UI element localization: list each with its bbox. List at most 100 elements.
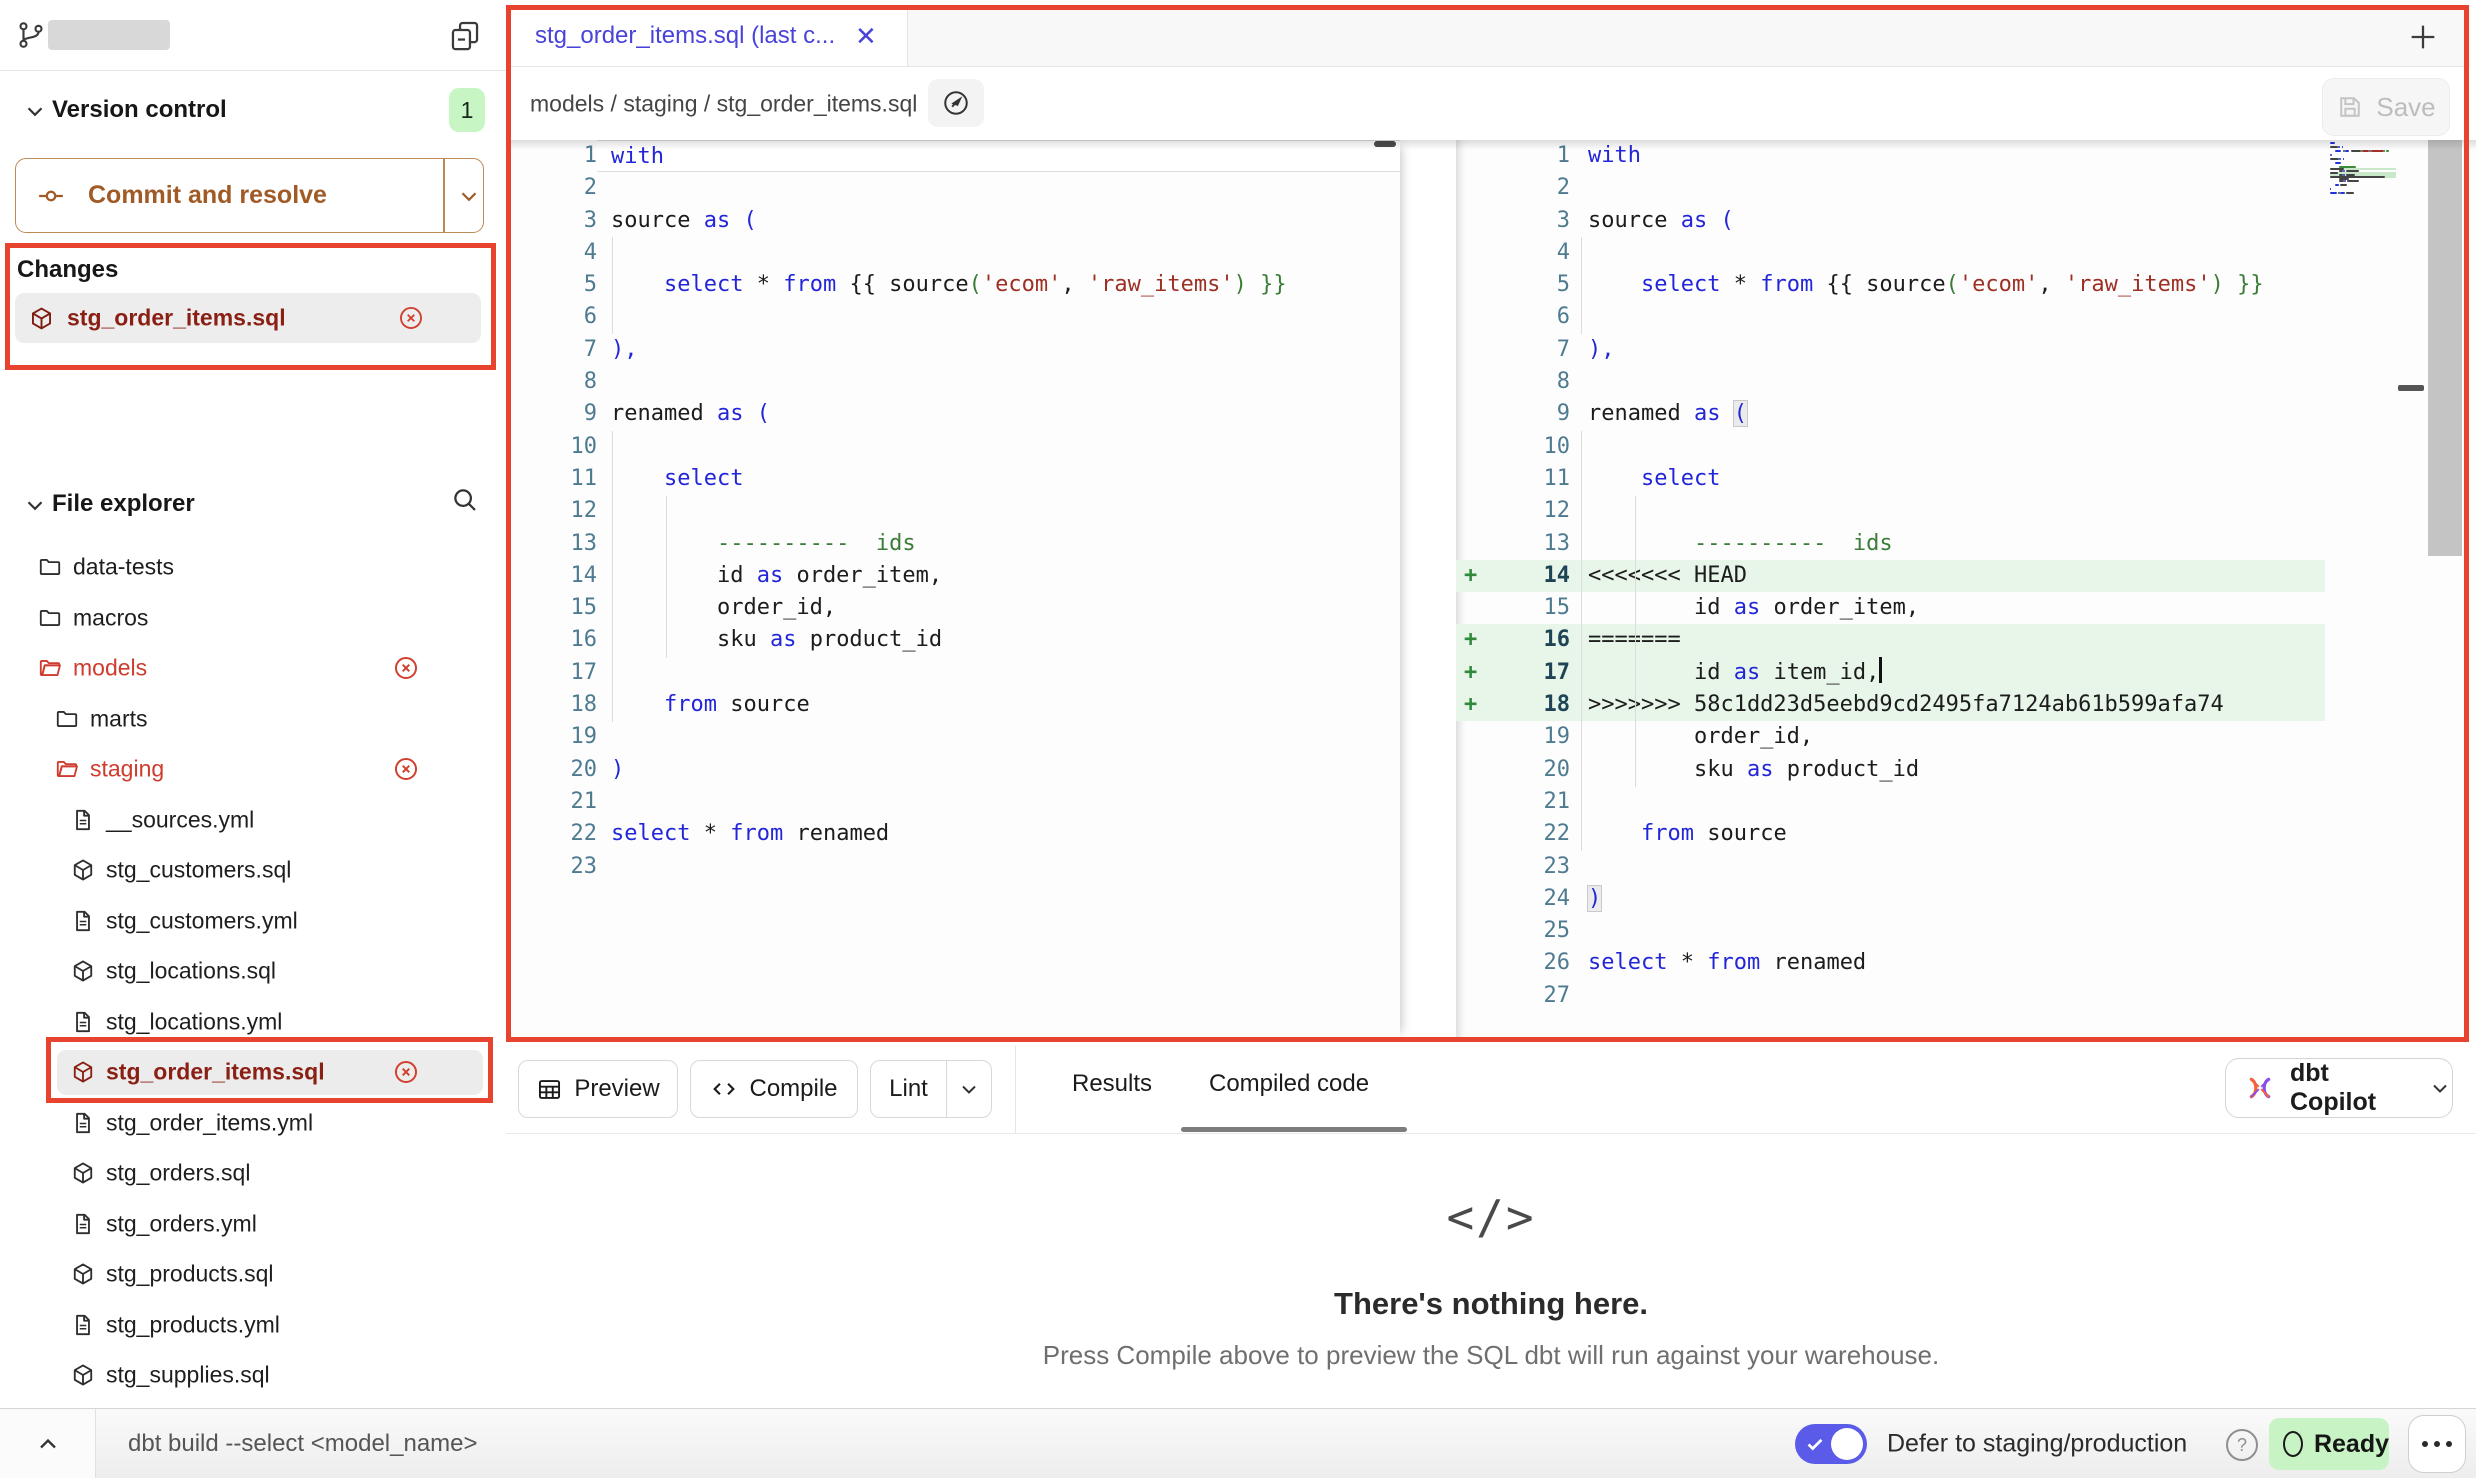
file-explorer-header[interactable]: File explorer — [52, 490, 195, 518]
code-line-12[interactable]: 12 — [1456, 495, 2325, 527]
discard-change-icon[interactable] — [392, 755, 420, 783]
scrollbar-thumb[interactable] — [2428, 140, 2462, 556]
code-line-24[interactable]: 24) — [1456, 883, 2325, 915]
code-line-26[interactable]: 26select * from renamed — [1456, 947, 2325, 979]
chevron-down-icon[interactable] — [22, 492, 48, 518]
code-line-17[interactable]: +17 id as item_id, — [1456, 657, 2325, 689]
code-line-9[interactable]: 9renamed as ( — [1456, 398, 2325, 430]
command-input[interactable]: dbt build --select <model_name> — [128, 1430, 478, 1458]
expand-command-history-button[interactable] — [0, 1409, 96, 1478]
code-line-22[interactable]: 22select * from renamed — [506, 818, 1400, 850]
code-line-6[interactable]: 6 — [506, 301, 1400, 333]
file-tree-item-stg_products.sql[interactable]: stg_products.sql — [0, 1249, 506, 1299]
code-line-20[interactable]: 20 sku as product_id — [1456, 754, 2325, 786]
code-line-14[interactable]: 14 id as order_item, — [506, 560, 1400, 592]
code-line-7[interactable]: 7), — [506, 334, 1400, 366]
code-line-10[interactable]: 10 — [506, 431, 1400, 463]
branch-name-redacted[interactable] — [48, 20, 170, 50]
help-icon[interactable]: ? — [2226, 1429, 2258, 1461]
file-tree-item-stg_supplies.sql[interactable]: stg_supplies.sql — [0, 1350, 506, 1400]
code-line-19[interactable]: 19 order_id, — [1456, 721, 2325, 753]
close-tab-icon[interactable]: ✕ — [855, 23, 877, 49]
code-line-23[interactable]: 23 — [506, 851, 1400, 883]
git-branch-icon[interactable] — [16, 20, 46, 50]
code-line-19[interactable]: 19 — [506, 721, 1400, 753]
code-line-10[interactable]: 10 — [1456, 431, 2325, 463]
discard-change-icon[interactable] — [397, 304, 425, 332]
compile-button[interactable]: Compile — [690, 1060, 858, 1118]
code-line-16[interactable]: 16 sku as product_id — [506, 624, 1400, 656]
commit-options-chevron-icon[interactable] — [456, 183, 482, 209]
code-line-21[interactable]: 21 — [1456, 786, 2325, 818]
tab-results[interactable]: Results — [1072, 1040, 1152, 1128]
file-tree-item-stg_locations.sql[interactable]: stg_locations.sql — [0, 946, 506, 996]
code-line-3[interactable]: 3source as ( — [1456, 205, 2325, 237]
code-line-7[interactable]: 7), — [1456, 334, 2325, 366]
search-icon[interactable] — [450, 485, 480, 515]
code-line-3[interactable]: 3source as ( — [506, 205, 1400, 237]
code-line-2[interactable]: 2 — [1456, 172, 2325, 204]
new-tab-icon[interactable] — [2406, 20, 2440, 54]
dbt-copilot-button[interactable]: dbt Copilot — [2225, 1058, 2453, 1118]
code-line-27[interactable]: 27 — [1456, 980, 2325, 1012]
code-line-23[interactable]: 23 — [1456, 851, 2325, 883]
code-line-8[interactable]: 8 — [1456, 366, 2325, 398]
code-line-14[interactable]: +14<<<<<<< HEAD — [1456, 560, 2325, 592]
chevron-down-icon[interactable] — [22, 98, 48, 124]
code-line-1[interactable]: 1with — [506, 140, 1400, 172]
file-tree-item-stg_orders.yml[interactable]: stg_orders.yml — [0, 1199, 506, 1249]
file-tree-item-data-tests[interactable]: data-tests — [0, 542, 506, 592]
code-line-21[interactable]: 21 — [506, 786, 1400, 818]
code-line-20[interactable]: 20) — [506, 754, 1400, 786]
code-line-4[interactable]: 4 — [1456, 237, 2325, 269]
code-line-13[interactable]: 13 ---------- ids — [1456, 528, 2325, 560]
file-tree-item-stg_customers.sql[interactable]: stg_customers.sql — [0, 845, 506, 895]
defer-toggle[interactable] — [1795, 1424, 1867, 1464]
code-line-5[interactable]: 5 select * from {{ source('ecom', 'raw_i… — [1456, 269, 2325, 301]
version-control-header[interactable]: Version control — [52, 96, 227, 124]
code-line-17[interactable]: 17 — [506, 657, 1400, 689]
lint-options-chevron-icon[interactable] — [946, 1061, 991, 1117]
code-line-25[interactable]: 25 — [1456, 915, 2325, 947]
code-line-5[interactable]: 5 select * from {{ source('ecom', 'raw_i… — [506, 269, 1400, 301]
file-tree-item-staging[interactable]: staging — [0, 744, 506, 794]
code-line-12[interactable]: 12 — [506, 495, 1400, 527]
code-line-18[interactable]: +18>>>>>>> 58c1dd23d5eebd9cd2495fa7124ab… — [1456, 689, 2325, 721]
file-tree-item-marts[interactable]: marts — [0, 694, 506, 744]
code-line-13[interactable]: 13 ---------- ids — [506, 528, 1400, 560]
file-tree-item-stg_products.yml[interactable]: stg_products.yml — [0, 1300, 506, 1350]
file-tree-item-stg_order_items.sql[interactable]: stg_order_items.sql — [0, 1047, 506, 1097]
tab-stg-order-items[interactable]: stg_order_items.sql (last c... ✕ — [511, 6, 908, 66]
more-options-button[interactable] — [2408, 1415, 2466, 1473]
code-line-11[interactable]: 11 select — [1456, 463, 2325, 495]
code-line-11[interactable]: 11 select — [506, 463, 1400, 495]
status-badge-ready[interactable]: Ready — [2269, 1418, 2389, 1470]
file-tree-item-stg_order_items.yml[interactable]: stg_order_items.yml — [0, 1098, 506, 1148]
file-tree-item-__sources.yml[interactable]: __sources.yml — [0, 795, 506, 845]
preview-button[interactable]: Preview — [518, 1060, 678, 1118]
discard-change-icon[interactable] — [392, 654, 420, 682]
tab-compiled-code[interactable]: Compiled code — [1209, 1040, 1369, 1128]
lineage-compass-icon[interactable] — [928, 79, 984, 127]
code-line-22[interactable]: 22 from source — [1456, 818, 2325, 850]
discard-change-icon[interactable] — [392, 1058, 420, 1086]
code-line-8[interactable]: 8 — [506, 366, 1400, 398]
code-line-16[interactable]: +16======= — [1456, 624, 2325, 656]
file-tree-item-macros[interactable]: macros — [0, 593, 506, 643]
file-tree-item-stg_locations.yml[interactable]: stg_locations.yml — [0, 997, 506, 1047]
lint-button[interactable]: Lint — [871, 1061, 946, 1117]
scrollbar-thumb[interactable] — [1374, 141, 1396, 147]
copy-branch-icon[interactable] — [448, 18, 482, 52]
changed-file-item[interactable]: stg_order_items.sql — [15, 293, 481, 343]
save-button[interactable]: Save — [2322, 78, 2450, 136]
code-line-15[interactable]: 15 id as order_item, — [1456, 592, 2325, 624]
code-line-6[interactable]: 6 — [1456, 301, 2325, 333]
code-line-15[interactable]: 15 order_id, — [506, 592, 1400, 624]
code-line-18[interactable]: 18 from source — [506, 689, 1400, 721]
minimap[interactable] — [2330, 142, 2400, 196]
commit-and-resolve-button[interactable]: Commit and resolve — [15, 158, 484, 233]
editor-pane-local[interactable]: 1with23source as (45 select * from {{ so… — [506, 140, 1400, 1040]
code-line-9[interactable]: 9renamed as ( — [506, 398, 1400, 430]
code-line-4[interactable]: 4 — [506, 237, 1400, 269]
file-tree-item-models[interactable]: models — [0, 643, 506, 693]
